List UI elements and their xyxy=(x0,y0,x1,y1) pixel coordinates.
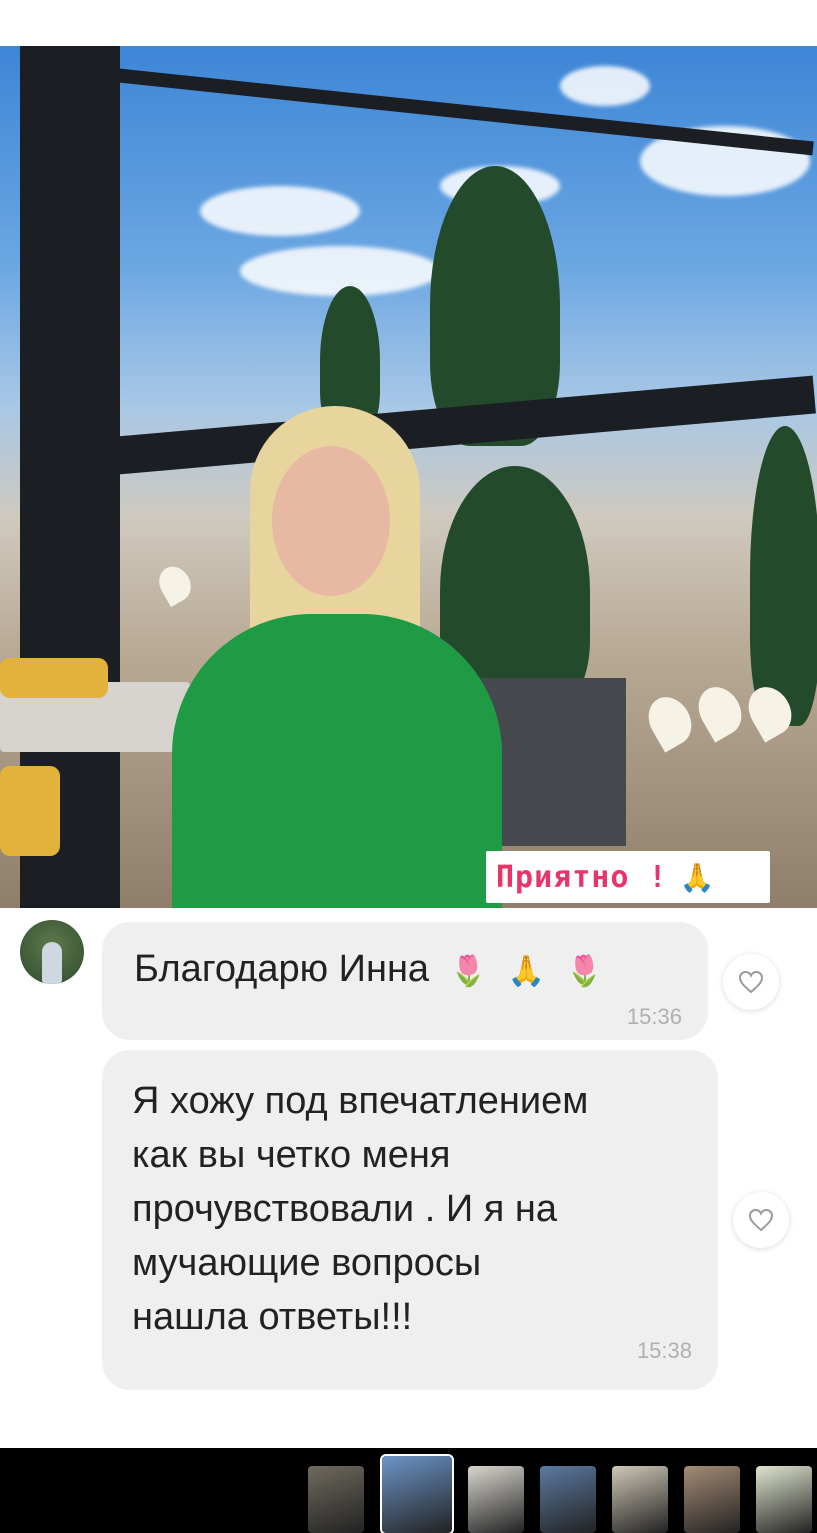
message-bubble[interactable]: Я хожу под впечатлением как вы четко мен… xyxy=(102,1050,718,1390)
chair xyxy=(0,658,108,698)
avatar[interactable] xyxy=(20,920,84,984)
pray-emoji-icon: 🙏 xyxy=(679,860,716,894)
tree xyxy=(750,426,817,726)
lily-flower xyxy=(153,560,197,608)
story-thumbnail[interactable] xyxy=(380,1454,454,1533)
message-timestamp: 15:38 xyxy=(636,1338,692,1363)
like-heart-icon[interactable] xyxy=(733,1192,789,1248)
cloud xyxy=(200,186,360,236)
avatar-figure xyxy=(42,942,62,984)
story-thumbnail[interactable] xyxy=(540,1466,596,1533)
story-thumbnail[interactable] xyxy=(612,1466,668,1533)
heart-icon xyxy=(748,1208,774,1232)
story-sticker: Приятно ! 🙏 xyxy=(486,851,770,903)
message-line: нашла ответы!!! xyxy=(132,1296,413,1338)
story-thumbnail[interactable] xyxy=(468,1466,524,1533)
message-bubble[interactable]: Благодарю Инна 🌷 🙏 🌷 15:36 xyxy=(102,922,708,1040)
tulip-emoji-icon: 🌷 xyxy=(565,955,603,988)
person-shirt xyxy=(172,614,502,908)
window-frame xyxy=(94,66,814,156)
sticker-text: Приятно ! xyxy=(496,859,668,895)
message-line: прочувствовали . И я на xyxy=(132,1188,557,1230)
message-line: Я хожу под впечатлением xyxy=(132,1080,589,1122)
heart-icon xyxy=(738,970,764,994)
story-thumbnail[interactable] xyxy=(684,1466,740,1533)
message-text: Благодарю Инна xyxy=(134,948,430,990)
like-heart-icon[interactable] xyxy=(723,954,779,1010)
message-timestamp: 15:36 xyxy=(626,1004,682,1029)
message-line: мучающие вопросы xyxy=(132,1242,482,1284)
story-photo: Приятно ! 🙏 xyxy=(0,46,817,908)
lily-flower xyxy=(690,679,750,743)
pray-emoji-icon: 🙏 xyxy=(507,955,545,988)
story-thumbnail[interactable] xyxy=(308,1466,364,1533)
lily-flower xyxy=(640,689,700,753)
chair xyxy=(0,766,60,856)
person-face xyxy=(272,446,390,596)
cloud xyxy=(560,66,650,106)
tulip-emoji-icon: 🌷 xyxy=(449,955,487,988)
story-thumbnail[interactable] xyxy=(756,1466,812,1533)
message-line: как вы четко меня xyxy=(132,1134,451,1176)
